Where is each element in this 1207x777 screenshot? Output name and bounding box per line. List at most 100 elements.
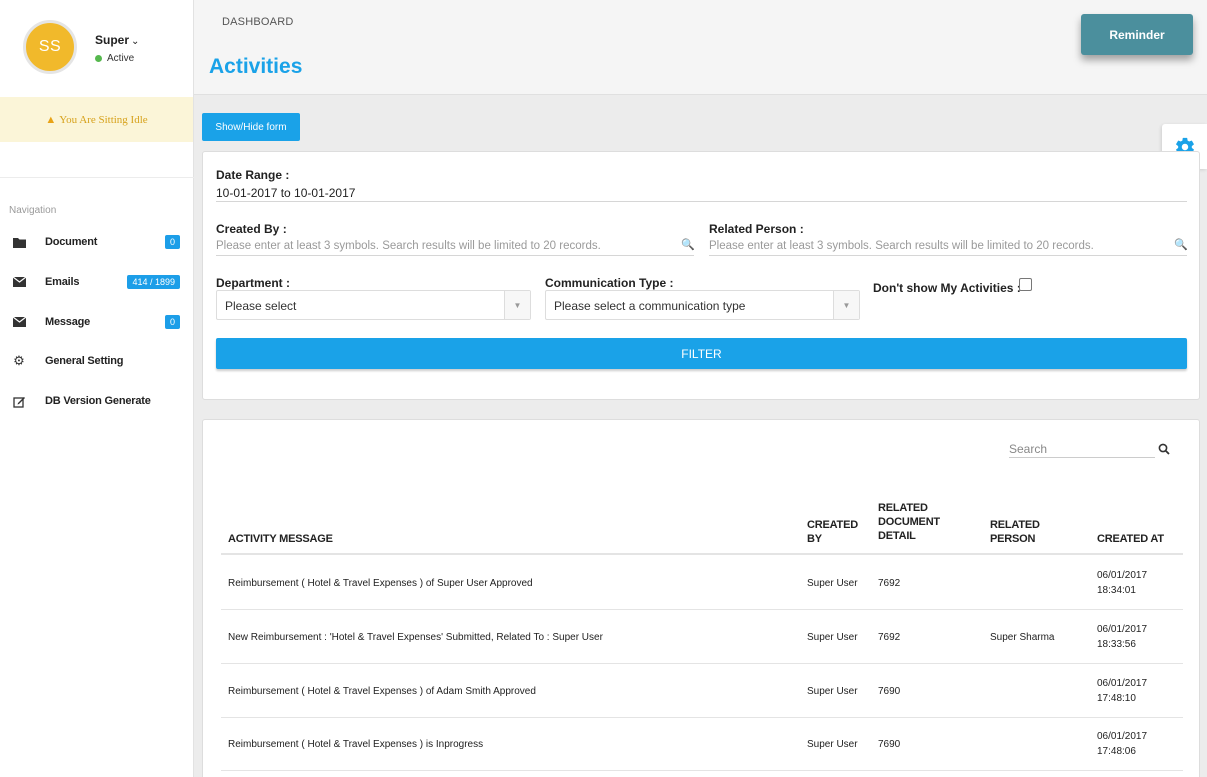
cell-created-by: Super User xyxy=(807,686,858,697)
sidebar-item-label: Message xyxy=(45,316,91,328)
sidebar-item-emails[interactable]: Emails 414 / 1899 xyxy=(0,263,194,301)
search-icon: 🔍 xyxy=(681,239,695,251)
cell-created-at-time: 17:48:10 xyxy=(1097,693,1136,704)
related-person-underline xyxy=(709,255,1187,256)
cell-activity-message: New Reimbursement : 'Hotel & Travel Expe… xyxy=(228,632,603,643)
column-header-related-document-detail[interactable]: RELATED DOCUMENT DETAIL xyxy=(878,501,940,543)
department-select-value: Please select xyxy=(225,299,297,313)
row-divider xyxy=(221,609,1183,610)
related-person-input[interactable]: Please enter at least 3 symbols. Search … xyxy=(709,240,1094,252)
column-header-created-at[interactable]: CREATED AT xyxy=(1097,532,1164,546)
cell-created-at-time: 17:48:06 xyxy=(1097,746,1136,757)
cell-created-at-date: 06/01/2017 xyxy=(1097,570,1148,581)
sidebar-item-document[interactable]: Document 0 xyxy=(0,223,194,261)
cell-created-at-time: 18:33:56 xyxy=(1097,639,1136,650)
count-badge: 414 / 1899 xyxy=(127,275,180,289)
sidebar-item-general-setting[interactable]: ⚙ General Setting xyxy=(0,342,194,380)
sidebar-item-label: Emails xyxy=(45,276,80,288)
warning-icon: ▲ xyxy=(45,113,57,126)
filter-form: Date Range : 10-01-2017 to 10-01-2017 Cr… xyxy=(202,151,1200,400)
row-divider xyxy=(221,717,1183,718)
department-label: Department : xyxy=(216,276,291,290)
edit-icon xyxy=(12,394,26,408)
column-header-activity-message[interactable]: ACTIVITY MESSAGE xyxy=(228,532,333,546)
table-search-underline xyxy=(1009,457,1155,458)
created-by-input[interactable]: Please enter at least 3 symbols. Search … xyxy=(216,240,601,252)
communication-type-select[interactable]: Please select a communication type ▼ xyxy=(545,290,860,320)
related-person-label: Related Person : xyxy=(709,222,804,236)
cell-created-by: Super User xyxy=(807,739,858,750)
cell-activity-message: Reimbursement ( Hotel & Travel Expenses … xyxy=(228,578,533,589)
breadcrumb[interactable]: DASHBOARD xyxy=(222,16,293,28)
count-badge: 0 xyxy=(164,315,180,329)
cell-related-document[interactable]: 7690 xyxy=(878,738,900,752)
dont-show-my-activities-checkbox[interactable] xyxy=(1019,278,1032,291)
idle-banner: ▲ You Are Sitting Idle xyxy=(0,97,193,142)
cell-related-person: Super Sharma xyxy=(990,632,1055,643)
row-divider xyxy=(221,770,1183,771)
chevron-down-icon: ▼ xyxy=(833,291,859,319)
search-icon: 🔍 xyxy=(1174,239,1188,251)
date-range-label: Date Range : xyxy=(216,168,290,182)
column-header-line: CREATED xyxy=(807,519,858,531)
chevron-down-icon: ⌄ xyxy=(131,36,140,47)
user-name-dropdown[interactable]: Super ⌄ xyxy=(95,33,139,47)
page-header: DASHBOARD Activities Reminder xyxy=(194,0,1207,95)
department-select[interactable]: Please select ▼ xyxy=(216,290,531,320)
sidebar-item-message[interactable]: Message 0 xyxy=(0,303,194,341)
cell-created-at-date: 06/01/2017 xyxy=(1097,624,1148,635)
gear-icon: ⚙ xyxy=(13,353,25,368)
created-by-underline xyxy=(216,255,694,256)
envelope-icon xyxy=(12,275,26,289)
user-profile: SS Super ⌄ Active xyxy=(0,0,193,97)
user-status: Active xyxy=(95,53,134,64)
sidebar-item-label: DB Version Generate xyxy=(45,395,151,407)
column-header-related-person[interactable]: RELATED PERSON xyxy=(990,518,1040,546)
column-header-created-by[interactable]: CREATED BY xyxy=(807,518,858,546)
column-header-line: DETAIL xyxy=(878,530,916,542)
cell-activity-message: Reimbursement ( Hotel & Travel Expenses … xyxy=(228,686,536,697)
table-search-input[interactable]: Search xyxy=(1009,442,1047,456)
sidebar: SS Super ⌄ Active ▲ You Are Sitting Idle … xyxy=(0,0,194,777)
status-dot-icon xyxy=(95,55,102,62)
created-by-label: Created By : xyxy=(216,222,287,236)
filter-button[interactable]: FILTER xyxy=(216,338,1187,369)
table-header-divider xyxy=(221,553,1183,555)
search-icon[interactable] xyxy=(1158,443,1170,458)
column-header-line: PERSON xyxy=(990,533,1036,545)
cell-related-document[interactable]: 7690 xyxy=(878,685,900,699)
avatar[interactable]: SS xyxy=(23,20,77,74)
column-header-line: RELATED xyxy=(878,502,928,514)
column-header-line: DOCUMENT xyxy=(878,516,940,528)
activities-table-panel: Search ACTIVITY MESSAGE CREATED BY RELAT… xyxy=(202,419,1200,777)
date-range-input[interactable]: 10-01-2017 to 10-01-2017 xyxy=(216,186,355,200)
cell-created-by: Super User xyxy=(807,632,858,643)
row-divider xyxy=(221,663,1183,664)
idle-banner-text: You Are Sitting Idle xyxy=(59,113,148,126)
sidebar-item-label: General Setting xyxy=(45,355,124,367)
envelope-icon xyxy=(12,315,26,329)
column-header-line: RELATED xyxy=(990,519,1040,531)
cell-created-at-time: 18:34:01 xyxy=(1097,585,1136,596)
cell-activity-message: Reimbursement ( Hotel & Travel Expenses … xyxy=(228,739,484,750)
dont-show-my-activities-label: Don't show My Activities : xyxy=(873,281,1021,295)
cell-related-document[interactable]: 7692 xyxy=(878,631,900,645)
user-status-text: Active xyxy=(107,53,135,64)
chevron-down-icon: ▼ xyxy=(504,291,530,319)
page-title: Activities xyxy=(209,55,303,78)
count-badge: 0 xyxy=(164,235,180,249)
column-header-line: BY xyxy=(807,533,822,545)
cell-created-by: Super User xyxy=(807,578,858,589)
date-range-underline xyxy=(216,201,1187,202)
folder-icon xyxy=(12,235,26,249)
cell-related-document[interactable]: 7692 xyxy=(878,577,900,591)
communication-type-label: Communication Type : xyxy=(545,276,674,290)
nav-heading: Navigation xyxy=(9,205,57,216)
cell-created-at-date: 06/01/2017 xyxy=(1097,731,1148,742)
sidebar-divider xyxy=(0,177,194,178)
sidebar-item-label: Document xyxy=(45,236,98,248)
reminder-button[interactable]: Reminder xyxy=(1081,14,1193,55)
user-name: Super xyxy=(95,33,130,47)
show-hide-form-button[interactable]: Show/Hide form xyxy=(202,113,300,141)
sidebar-item-db-version-generate[interactable]: DB Version Generate xyxy=(0,382,194,420)
